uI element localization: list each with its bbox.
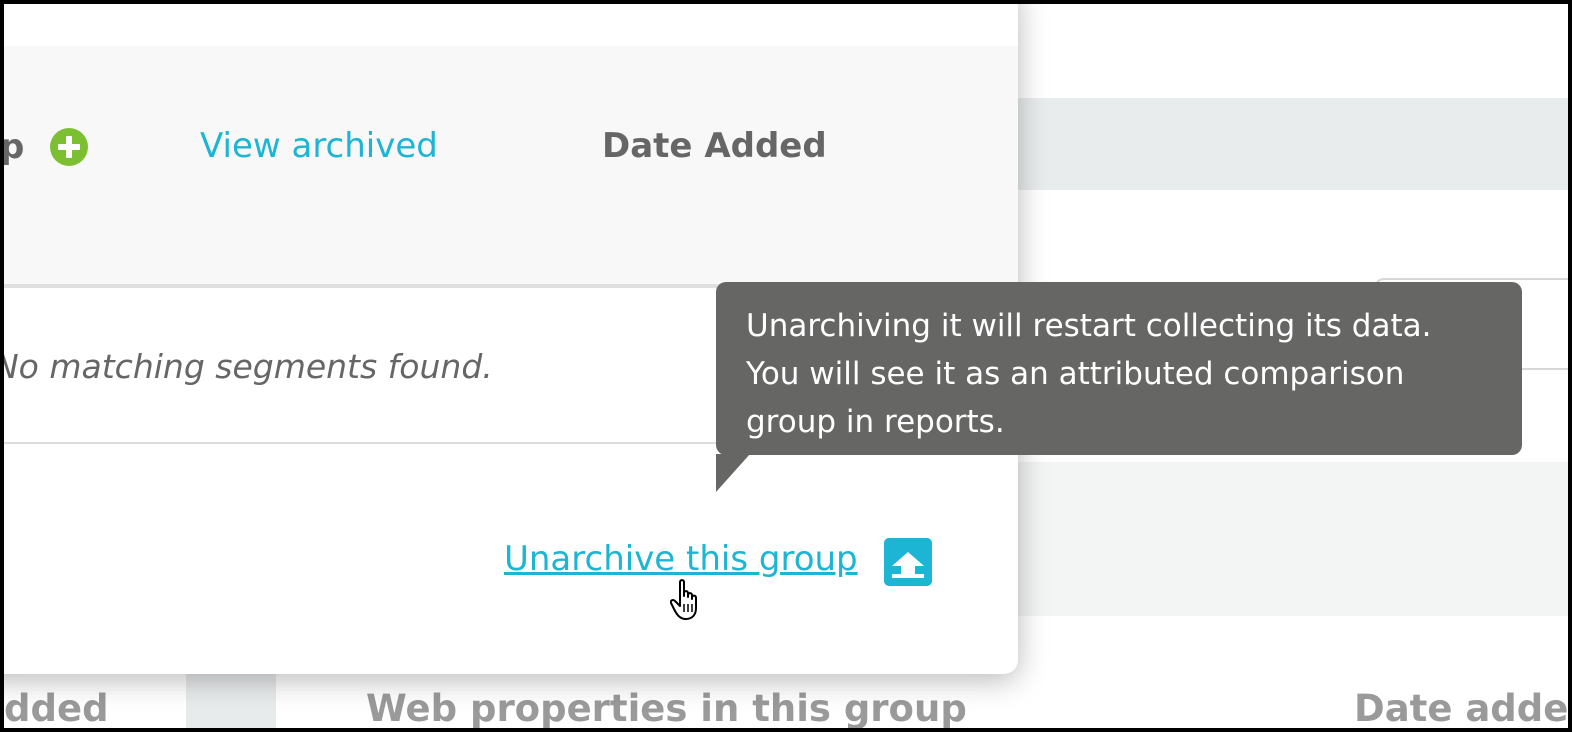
date-added-column-header[interactable]: Date Added: [602, 129, 827, 163]
footer-col-date-added-partial: dded: [4, 687, 109, 730]
archive-up-icon[interactable]: [884, 538, 932, 586]
tooltip-text: Unarchiving it will restart collecting i…: [746, 308, 1432, 440]
view-archived-link[interactable]: View archived: [200, 129, 438, 163]
header-group-label-partial: p: [0, 127, 25, 167]
tooltip-arrow: [716, 454, 750, 492]
unarchive-tooltip: Unarchiving it will restart collecting i…: [716, 282, 1522, 455]
hand-pointer-cursor-icon: [670, 579, 697, 620]
screenshot-frame: e dded Web properties in this group Date…: [0, 0, 1572, 732]
unarchive-group-link[interactable]: Unarchive this group: [504, 542, 858, 576]
empty-state-message: No matching segments found.: [0, 347, 493, 386]
plus-circle-icon[interactable]: [50, 128, 88, 166]
panel-header: [4, 46, 1018, 288]
footer-col-date-added: Date addec: [1354, 687, 1572, 730]
footer-col-web-properties: Web properties in this group: [366, 687, 967, 730]
row-divider: [4, 442, 734, 444]
